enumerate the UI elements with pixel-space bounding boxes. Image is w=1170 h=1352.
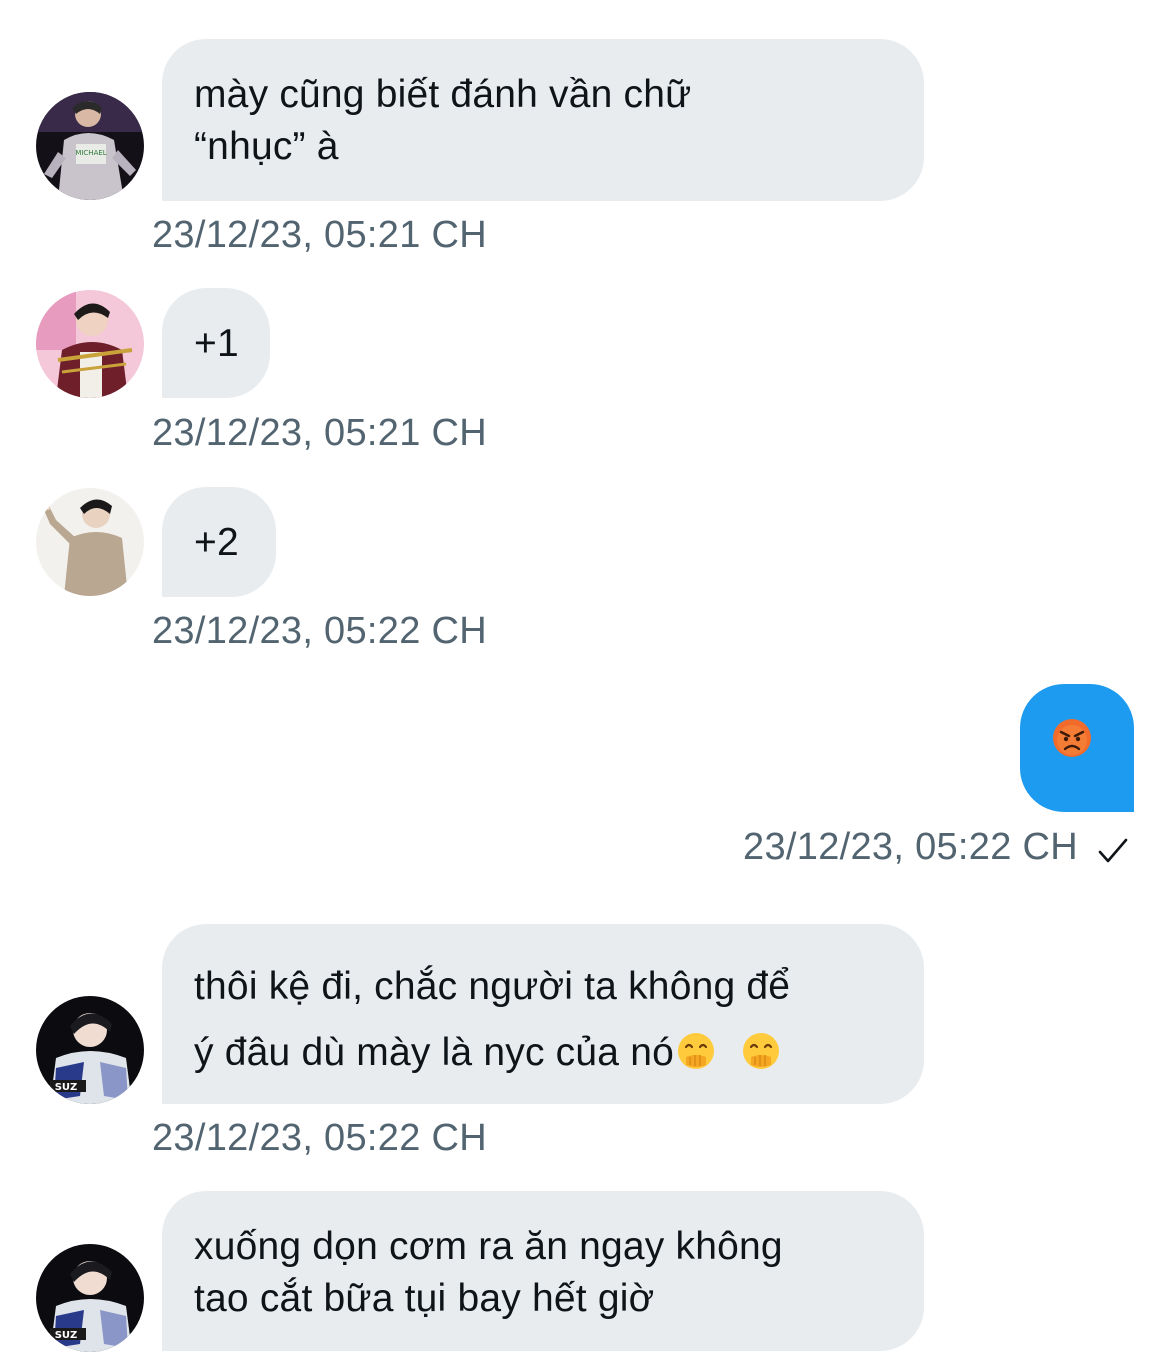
message-text-line: mày cũng biết đánh vần chữ — [194, 73, 692, 116]
avatar-photo: MICHAEL — [36, 92, 144, 200]
message-bubble[interactable]: xuống dọn cơm ra ăn ngay không tao cắt b… — [162, 1191, 924, 1351]
message-timestamp: 23/12/23, 05:21 CH — [152, 214, 487, 256]
avatar[interactable]: SUZ — [36, 996, 144, 1104]
message-timestamp: 23/12/23, 05:22 CH — [152, 610, 487, 652]
message-timestamp: 23/12/23, 05:22 CH — [152, 1117, 487, 1159]
avatar-photo: SUZ — [36, 1244, 144, 1352]
message-text-line: xuống dọn cơm ra ăn ngay không — [194, 1225, 783, 1268]
avatar[interactable]: SUZ — [36, 1244, 144, 1352]
avatar-photo: SUZ — [36, 996, 144, 1104]
message-text-line: +2 — [194, 521, 239, 564]
face-with-hand-over-mouth-icon — [677, 1033, 714, 1069]
svg-text:MICHAEL: MICHAEL — [75, 149, 106, 157]
outgoing-message-bubble[interactable] — [1020, 684, 1134, 812]
message-text-line: +1 — [194, 322, 239, 365]
checkmark-icon — [1098, 838, 1128, 863]
avatar-photo — [36, 290, 144, 398]
angry-face-icon — [1053, 719, 1091, 757]
message-text-line: tao cắt bữa tụi bay hết giờ — [194, 1277, 655, 1320]
message-text-line: thôi kệ đi, chắc người ta không để — [194, 965, 791, 1008]
message-timestamp: 23/12/23, 05:21 CH — [152, 412, 487, 454]
avatar[interactable]: MICHAEL — [36, 92, 144, 200]
message-bubble[interactable]: thôi kệ đi, chắc người ta không để ý đâu… — [162, 924, 924, 1104]
avatar[interactable] — [36, 488, 144, 596]
svg-text:SUZ: SUZ — [55, 1082, 78, 1093]
avatar[interactable] — [36, 290, 144, 398]
message-bubble[interactable]: mày cũng biết đánh vần chữ “nhục” à — [162, 39, 924, 201]
outgoing-timestamp: 23/12/23, 05:22 CH — [743, 826, 1078, 868]
message-bubble[interactable]: +1 — [162, 288, 270, 398]
message-text-line: “nhục” à — [194, 125, 339, 168]
svg-text:SUZ: SUZ — [55, 1330, 78, 1341]
message-bubble[interactable]: +2 — [162, 487, 276, 597]
avatar-photo — [36, 488, 144, 596]
face-with-hand-over-mouth-icon — [743, 1033, 780, 1069]
message-text-line: ý đâu dù mày là nyc của nó — [194, 1031, 674, 1074]
